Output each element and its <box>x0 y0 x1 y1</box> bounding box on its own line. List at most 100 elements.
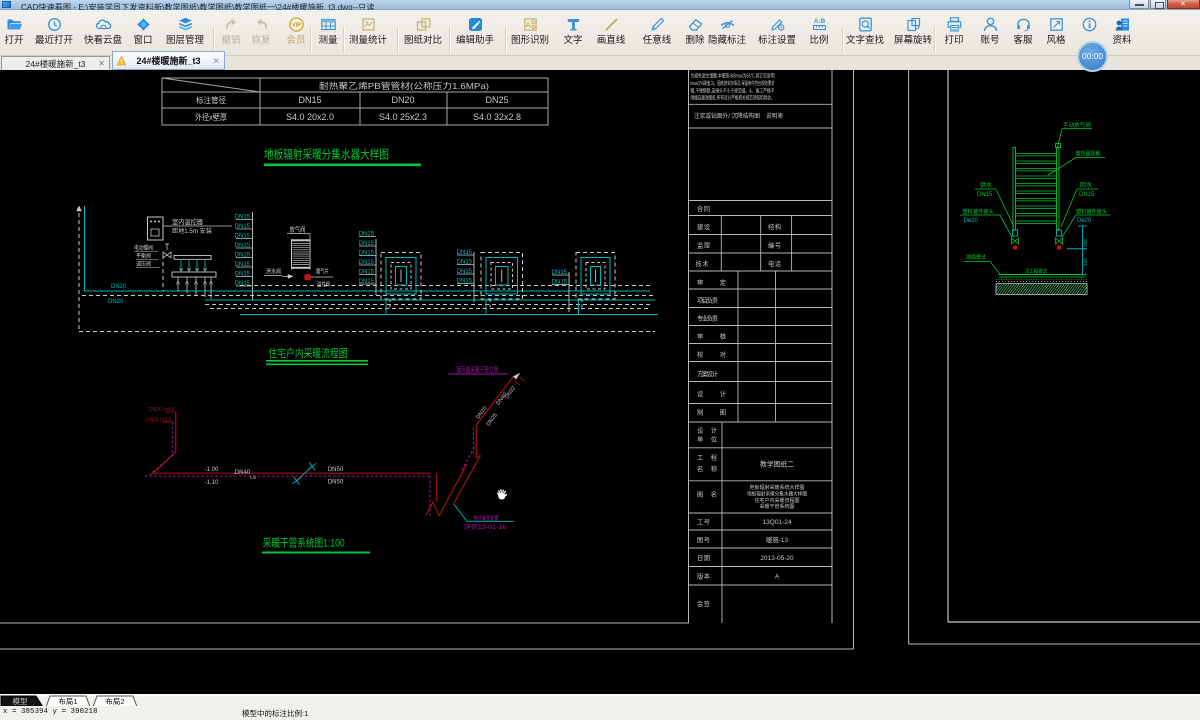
svg-text:手动放气阀: 手动放气阀 <box>1063 121 1091 129</box>
svg-text:DN15: DN15 <box>457 250 473 256</box>
svg-text:模型: 模型 <box>13 696 28 706</box>
svg-text:DN20: DN20 <box>108 299 124 305</box>
svg-text:设 计: 设 计 <box>697 389 727 398</box>
svg-text:住宅户内采暖流程图: 住宅户内采暖流程图 <box>754 497 799 504</box>
svg-text:2013-05-20: 2013-05-20 <box>760 555 794 562</box>
svg-text:DN15: DN15 <box>235 233 251 239</box>
svg-text:S4.0 25x2.3: S4.0 25x2.3 <box>379 112 427 122</box>
svg-text:地板辐射采暖系统大样图: 地板辐射采暖系统大样图 <box>749 484 804 491</box>
svg-text:DN15: DN15 <box>359 260 375 266</box>
svg-text:距地1.5m 安装: 距地1.5m 安装 <box>172 227 212 235</box>
svg-text:DN15: DN15 <box>457 269 473 275</box>
svg-text:DN15: DN15 <box>359 250 375 256</box>
svg-text:DN15: DN15 <box>359 269 375 275</box>
svg-text:DN15: DN15 <box>1079 192 1095 198</box>
svg-text:耐热聚乙烯PB管管材(公称压力1.6MPa): 耐热聚乙烯PB管管材(公称压力1.6MPa) <box>319 81 489 91</box>
svg-text:室内温控器: 室内温控器 <box>172 217 203 226</box>
svg-text:DN15: DN15 <box>359 231 375 237</box>
svg-text:工号: 工号 <box>697 518 710 526</box>
svg-text:图 名: 图 名 <box>697 490 717 499</box>
svg-text:专业负责: 专业负责 <box>697 314 718 323</box>
svg-text:DN25: DN25 <box>486 412 499 427</box>
svg-text:DN20: DN20 <box>391 95 414 105</box>
svg-text:温控阀: 温控阀 <box>317 281 330 289</box>
svg-text:日期: 日期 <box>697 554 710 562</box>
svg-text:DN15: DN15 <box>552 279 568 285</box>
svg-text:l=6: l=6 <box>250 475 257 480</box>
svg-text:De20: De20 <box>964 218 979 224</box>
svg-text:名 称: 名 称 <box>697 464 718 473</box>
svg-text:制 图: 制 图 <box>697 408 726 417</box>
svg-text:编号: 编号 <box>768 241 781 250</box>
svg-text:地板辐射采暖分集水器大样图: 地板辐射采暖分集水器大样图 <box>747 490 807 497</box>
svg-text:De20: De20 <box>1077 218 1092 224</box>
svg-text:采暖干管系统图1:100: 采暖干管系统图1:100 <box>263 536 345 550</box>
svg-text:DN40: DN40 <box>235 470 251 476</box>
svg-text:住宅户内采暖流程图: 住宅户内采暖流程图 <box>269 346 348 360</box>
svg-text:DN15: DN15 <box>235 214 251 220</box>
svg-text:泄水阀: 泄水阀 <box>266 268 281 276</box>
svg-text:项目负责: 项目负责 <box>697 296 718 305</box>
svg-text:A: A <box>526 22 531 29</box>
svg-text:审 核: 审 核 <box>697 332 727 341</box>
svg-text:注浆或钻图外/ 沉降结构图: 注浆或钻图外/ 沉降结构图 <box>694 112 760 120</box>
svg-text:DN15: DN15 <box>235 252 251 258</box>
svg-text:布局2: 布局2 <box>105 696 124 706</box>
svg-text:A:B: A:B <box>813 18 825 25</box>
svg-text:外径x壁厚: 外径x壁厚 <box>195 112 227 122</box>
svg-text:A: A <box>775 574 780 581</box>
svg-text:审 定: 审 定 <box>697 278 727 287</box>
svg-text:13Q01-24: 13Q01-24 <box>763 519 792 526</box>
svg-text:-1.00: -1.00 <box>205 467 219 473</box>
svg-text:DN15: DN15 <box>235 262 251 268</box>
svg-text:电动蝶阀: 电动蝶阀 <box>134 244 153 252</box>
svg-text:DN15: DN15 <box>235 271 251 277</box>
svg-text:暖施-13: 暖施-13 <box>766 535 788 544</box>
svg-text:lmax(2%閥值,3)。图纸按实际情况,保温条件符合规范要: lmax(2%閥值,3)。图纸按实际情况,保温条件符合规范要求 <box>691 79 775 87</box>
svg-text:建设: 建设 <box>697 222 711 231</box>
svg-text:DN32: DN32 <box>504 385 517 400</box>
svg-text:DN25 l=3.0: DN25 l=3.0 <box>146 418 171 424</box>
svg-text:DN20: DN20 <box>111 284 127 290</box>
svg-text:250: 250 <box>1083 239 1088 247</box>
svg-text:!: ! <box>121 60 123 66</box>
svg-text:DN15: DN15 <box>457 259 473 265</box>
svg-text:DN15: DN15 <box>235 243 251 249</box>
svg-text:图号: 图号 <box>697 536 710 544</box>
svg-text:版本: 版本 <box>697 572 711 581</box>
svg-text:DN50: DN50 <box>328 467 344 473</box>
svg-text:回水: 回水 <box>1080 181 1092 189</box>
svg-text:技术: 技术 <box>696 259 710 268</box>
svg-text:校 对: 校 对 <box>697 350 727 359</box>
svg-text:地板辐射采暖分集水器大样图: 地板辐射采暖分集水器大样图 <box>264 147 389 162</box>
svg-text:监理: 监理 <box>697 241 711 250</box>
svg-text:DN15: DN15 <box>359 279 375 285</box>
svg-text:见工程做法: 见工程做法 <box>1025 268 1047 275</box>
svg-text:工 程: 工 程 <box>697 453 718 462</box>
svg-text:结构: 结构 <box>768 222 781 231</box>
svg-text:塑料管件接头: 塑料管件接头 <box>1076 208 1107 216</box>
svg-text:DN15: DN15 <box>235 281 251 287</box>
svg-text:说明表: 说明表 <box>766 112 783 120</box>
svg-text:DN15: DN15 <box>552 270 568 276</box>
svg-text:调压阀: 调压阀 <box>136 260 151 268</box>
svg-text:塑料管件接头: 塑料管件接头 <box>963 208 994 216</box>
svg-text:暖气片: 暖气片 <box>316 268 329 276</box>
svg-text:平衡阀: 平衡阀 <box>136 252 151 260</box>
svg-text:合同: 合同 <box>697 204 710 213</box>
svg-text:S4.0 20x2.0: S4.0 20x2.0 <box>286 112 334 122</box>
svg-text:DN15: DN15 <box>457 278 473 284</box>
svg-text:DN50: DN50 <box>328 480 344 486</box>
svg-text:接环路采暖干管立管: 接环路采暖干管立管 <box>456 365 498 374</box>
svg-text:教学图纸二: 教学图纸二 <box>760 460 794 469</box>
svg-text:DN15: DN15 <box>359 241 375 247</box>
svg-text:DN15: DN15 <box>235 224 251 230</box>
svg-text:供水: 供水 <box>980 181 992 189</box>
svg-text:DN15: DN15 <box>298 95 321 105</box>
svg-text:采暖干管系统图: 采暖干管系统图 <box>759 503 794 510</box>
svg-text:放气阀: 放气阀 <box>290 225 306 234</box>
svg-text:DN15: DN15 <box>977 192 993 198</box>
svg-text:DN25: DN25 <box>485 95 508 105</box>
svg-text:S4.0 32x2.8: S4.0 32x2.8 <box>473 112 521 122</box>
svg-text:布局1: 布局1 <box>58 696 77 706</box>
